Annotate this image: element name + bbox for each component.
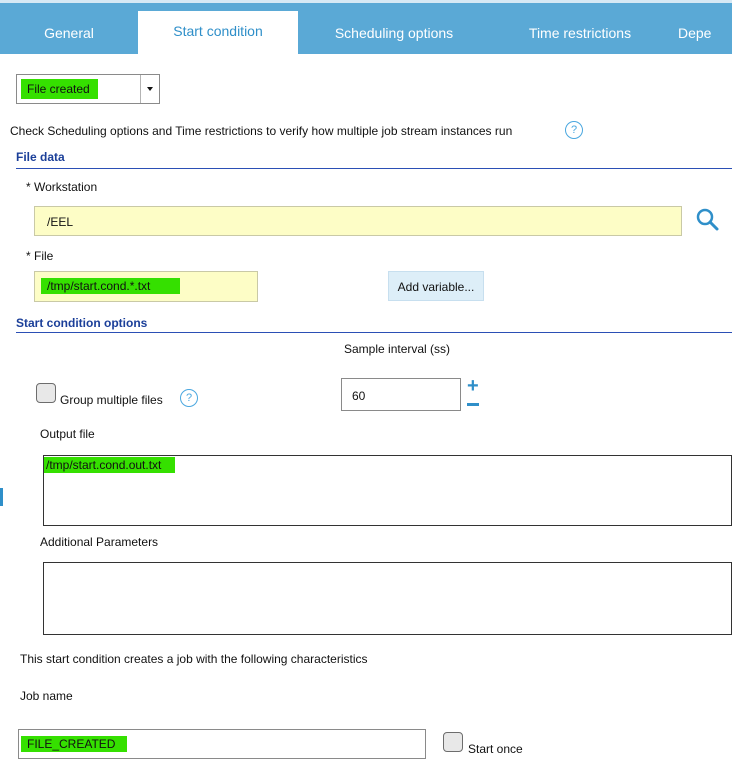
sample-interval-input[interactable]: 60	[341, 378, 461, 411]
tab-time-restrictions[interactable]: Time restrictions	[490, 13, 670, 54]
start-condition-options-section-title: Start condition options	[16, 316, 148, 330]
start-once-checkbox[interactable]	[443, 732, 463, 752]
start-once-label: Start once	[468, 742, 523, 756]
increment-icon[interactable]: +	[467, 376, 479, 396]
left-edge-marker	[0, 488, 3, 506]
condition-type-select[interactable]: File created	[16, 74, 160, 104]
group-multiple-files-label: Group multiple files	[60, 393, 163, 407]
section-divider	[16, 332, 732, 333]
tab-general[interactable]: General	[0, 13, 138, 54]
output-file-textarea[interactable]: /tmp/start.cond.out.txt	[43, 455, 732, 526]
help-icon[interactable]: ?	[180, 389, 198, 407]
output-file-value: /tmp/start.cond.out.txt	[44, 457, 176, 473]
section-divider	[16, 168, 732, 169]
file-input[interactable]: /tmp/start.cond.*.txt	[34, 271, 258, 302]
tab-bar: General Start condition Scheduling optio…	[0, 0, 732, 54]
job-name-value: FILE_CREATED	[21, 736, 128, 752]
tab-start-condition[interactable]: Start condition	[138, 11, 298, 54]
file-data-section-title: File data	[16, 150, 65, 164]
search-icon[interactable]	[695, 207, 721, 233]
output-file-label: Output file	[40, 427, 95, 441]
file-label: * File	[26, 249, 54, 263]
workstation-input[interactable]: /EEL	[34, 206, 682, 236]
help-icon[interactable]: ?	[565, 121, 583, 139]
tab-scheduling-options[interactable]: Scheduling options	[298, 13, 490, 54]
job-description: This start condition creates a job with …	[20, 652, 368, 666]
add-variable-button[interactable]: Add variable...	[388, 271, 484, 301]
workstation-label: * Workstation	[26, 180, 98, 194]
decrement-icon[interactable]	[467, 403, 479, 406]
job-name-label: Job name	[20, 689, 73, 703]
workstation-value: /EEL	[47, 215, 74, 229]
condition-type-value: File created	[21, 79, 98, 99]
sample-interval-value: 60	[352, 389, 366, 403]
additional-parameters-textarea[interactable]	[43, 562, 732, 635]
additional-parameters-label: Additional Parameters	[40, 535, 159, 549]
chevron-down-icon[interactable]	[140, 75, 159, 103]
group-multiple-files-checkbox[interactable]	[36, 383, 56, 403]
sample-interval-label: Sample interval (ss)	[344, 342, 451, 356]
job-name-input[interactable]: FILE_CREATED	[18, 729, 426, 759]
file-value: /tmp/start.cond.*.txt	[41, 278, 181, 294]
info-text: Check Scheduling options and Time restri…	[10, 124, 513, 138]
tab-dependencies[interactable]: Depe	[678, 13, 732, 54]
